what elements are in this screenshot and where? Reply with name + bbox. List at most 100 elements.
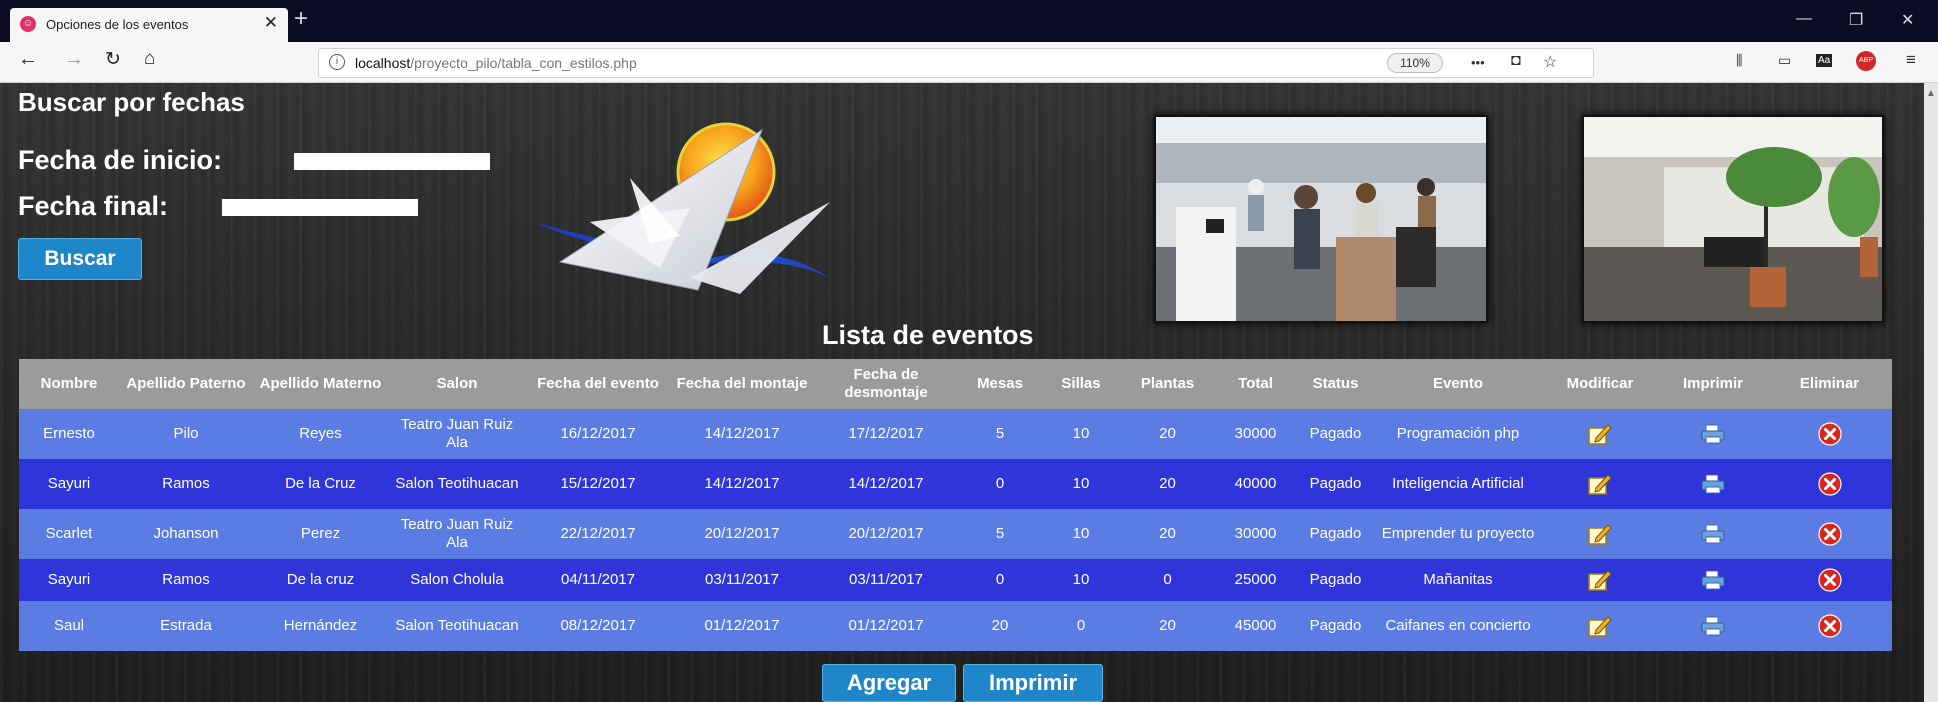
cell-apellido-paterno: Ramos (119, 459, 253, 509)
event-hall-photo-1 (1154, 115, 1488, 323)
edit-icon[interactable] (1588, 474, 1612, 495)
cell-apellido-materno: De la cruz (253, 559, 388, 601)
cell-print (1659, 409, 1767, 459)
cell-apellido-paterno: Pilo (119, 409, 253, 459)
reader-view-icon[interactable]: ▭ (1778, 52, 1791, 69)
delete-icon[interactable] (1817, 472, 1842, 496)
event-list-heading: Lista de eventos (822, 320, 1034, 350)
column-header: Eliminar (1767, 359, 1892, 409)
cell-apellido-paterno: Ramos (119, 559, 253, 601)
pocket-icon[interactable]: ◘ (1511, 52, 1521, 70)
cell-fecha-montaje: 03/11/2017 (670, 559, 814, 601)
adblock-icon[interactable]: ABP (1856, 51, 1876, 71)
cell-nombre: Scarlet (19, 509, 119, 559)
events-table: Nombre Apellido Paterno Apellido Materno… (19, 359, 1892, 651)
table-header-row: Nombre Apellido Paterno Apellido Materno… (19, 359, 1892, 409)
url-text[interactable]: localhost/proyecto_pilo/tabla_con_estilo… (355, 55, 637, 71)
cell-sillas: 0 (1042, 601, 1120, 651)
column-header: Salon (388, 359, 526, 409)
address-bar[interactable]: i localhost/proyecto_pilo/tabla_con_esti… (318, 48, 1594, 78)
cell-fecha-evento: 16/12/2017 (526, 409, 670, 459)
translate-extension-icon[interactable]: Aa (1816, 54, 1833, 67)
back-arrow-icon[interactable]: ← (18, 48, 38, 71)
print-icon[interactable] (1700, 616, 1726, 636)
cell-evento: Programación php (1375, 409, 1541, 459)
cell-total: 30000 (1215, 409, 1296, 459)
search-button[interactable]: Buscar (18, 238, 142, 280)
print-icon[interactable] (1700, 570, 1726, 590)
table-row: Scarlet Johanson Perez Teatro Juan Ruiz Ala… (19, 509, 1892, 559)
site-info-icon[interactable]: i (329, 54, 345, 70)
reload-icon[interactable]: ↻ (105, 48, 121, 71)
add-event-button[interactable]: Agregar (822, 664, 956, 702)
cell-total: 40000 (1215, 459, 1296, 509)
delete-icon[interactable] (1817, 568, 1842, 592)
cell-mesas: 20 (958, 601, 1042, 651)
delete-icon[interactable] (1817, 522, 1842, 546)
cell-total: 25000 (1215, 559, 1296, 601)
home-icon[interactable]: ⌂ (144, 48, 155, 70)
edit-icon[interactable] (1588, 616, 1612, 637)
cell-sillas: 10 (1042, 409, 1120, 459)
cell-edit (1541, 559, 1659, 601)
column-header: Evento (1375, 359, 1541, 409)
vertical-scrollbar[interactable] (1924, 83, 1938, 702)
delete-icon[interactable] (1817, 422, 1842, 446)
cell-plantas: 20 (1120, 601, 1215, 651)
print-icon[interactable] (1700, 474, 1726, 494)
forward-arrow-icon[interactable]: → (64, 48, 84, 71)
cell-total: 45000 (1215, 601, 1296, 651)
edit-icon[interactable] (1588, 424, 1612, 445)
minimize-window-icon[interactable]: — (1796, 10, 1812, 28)
cell-mesas: 0 (958, 459, 1042, 509)
browser-tab[interactable]: ☺ Opciones de los eventos ✕ (10, 8, 288, 42)
search-heading: Buscar por fechas (18, 87, 245, 117)
cell-evento: Caifanes en concierto (1375, 601, 1541, 651)
column-header: Imprimir (1659, 359, 1767, 409)
cell-apellido-materno: Perez (253, 509, 388, 559)
cell-apellido-materno: Hernández (253, 601, 388, 651)
start-date-input[interactable] (294, 153, 490, 170)
cell-salon: Salon Cholula (388, 559, 526, 601)
cell-fecha-desmontaje: 03/11/2017 (814, 559, 958, 601)
cell-edit (1541, 509, 1659, 559)
cell-fecha-montaje: 01/12/2017 (670, 601, 814, 651)
restore-window-icon[interactable]: ❐ (1849, 10, 1863, 30)
cell-delete (1767, 459, 1892, 509)
edit-icon[interactable] (1588, 570, 1612, 591)
bookmark-star-icon[interactable]: ☆ (1543, 52, 1557, 72)
cell-salon: Salon Teotihuacan (388, 459, 526, 509)
cell-apellido-paterno: Johanson (119, 509, 253, 559)
cell-salon: Teatro Juan Ruiz Ala (388, 509, 526, 559)
cell-fecha-desmontaje: 17/12/2017 (814, 409, 958, 459)
cell-fecha-montaje: 14/12/2017 (670, 459, 814, 509)
cell-salon: Teatro Juan Ruiz Ala (388, 409, 526, 459)
cell-status: Pagado (1296, 459, 1375, 509)
column-header: Fecha del montaje (670, 359, 814, 409)
menu-hamburger-icon[interactable]: ≡ (1906, 50, 1916, 70)
column-header: Total (1215, 359, 1296, 409)
cell-fecha-montaje: 20/12/2017 (670, 509, 814, 559)
new-tab-button[interactable]: + (294, 6, 308, 32)
print-icon[interactable] (1700, 424, 1726, 444)
close-window-icon[interactable]: ✕ (1901, 10, 1914, 30)
print-list-button[interactable]: Imprimir (963, 664, 1103, 702)
zoom-level[interactable]: 110% (1387, 53, 1443, 73)
column-header: Status (1296, 359, 1375, 409)
print-icon[interactable] (1700, 524, 1726, 544)
cell-nombre: Saul (19, 601, 119, 651)
event-hall-photo-2 (1582, 115, 1884, 323)
end-date-input[interactable] (222, 199, 418, 216)
cell-status: Pagado (1296, 601, 1375, 651)
close-tab-icon[interactable]: ✕ (264, 13, 278, 33)
column-header: Nombre (19, 359, 119, 409)
edit-icon[interactable] (1588, 524, 1612, 545)
cell-sillas: 10 (1042, 459, 1120, 509)
scroll-up-arrow-icon[interactable]: ▲ (1926, 88, 1936, 99)
delete-icon[interactable] (1817, 614, 1842, 638)
library-icon[interactable]: ⫼ (1736, 52, 1742, 69)
column-header: Mesas (958, 359, 1042, 409)
cell-mesas: 0 (958, 559, 1042, 601)
cell-print (1659, 509, 1767, 559)
page-actions-icon[interactable]: ••• (1471, 55, 1485, 70)
